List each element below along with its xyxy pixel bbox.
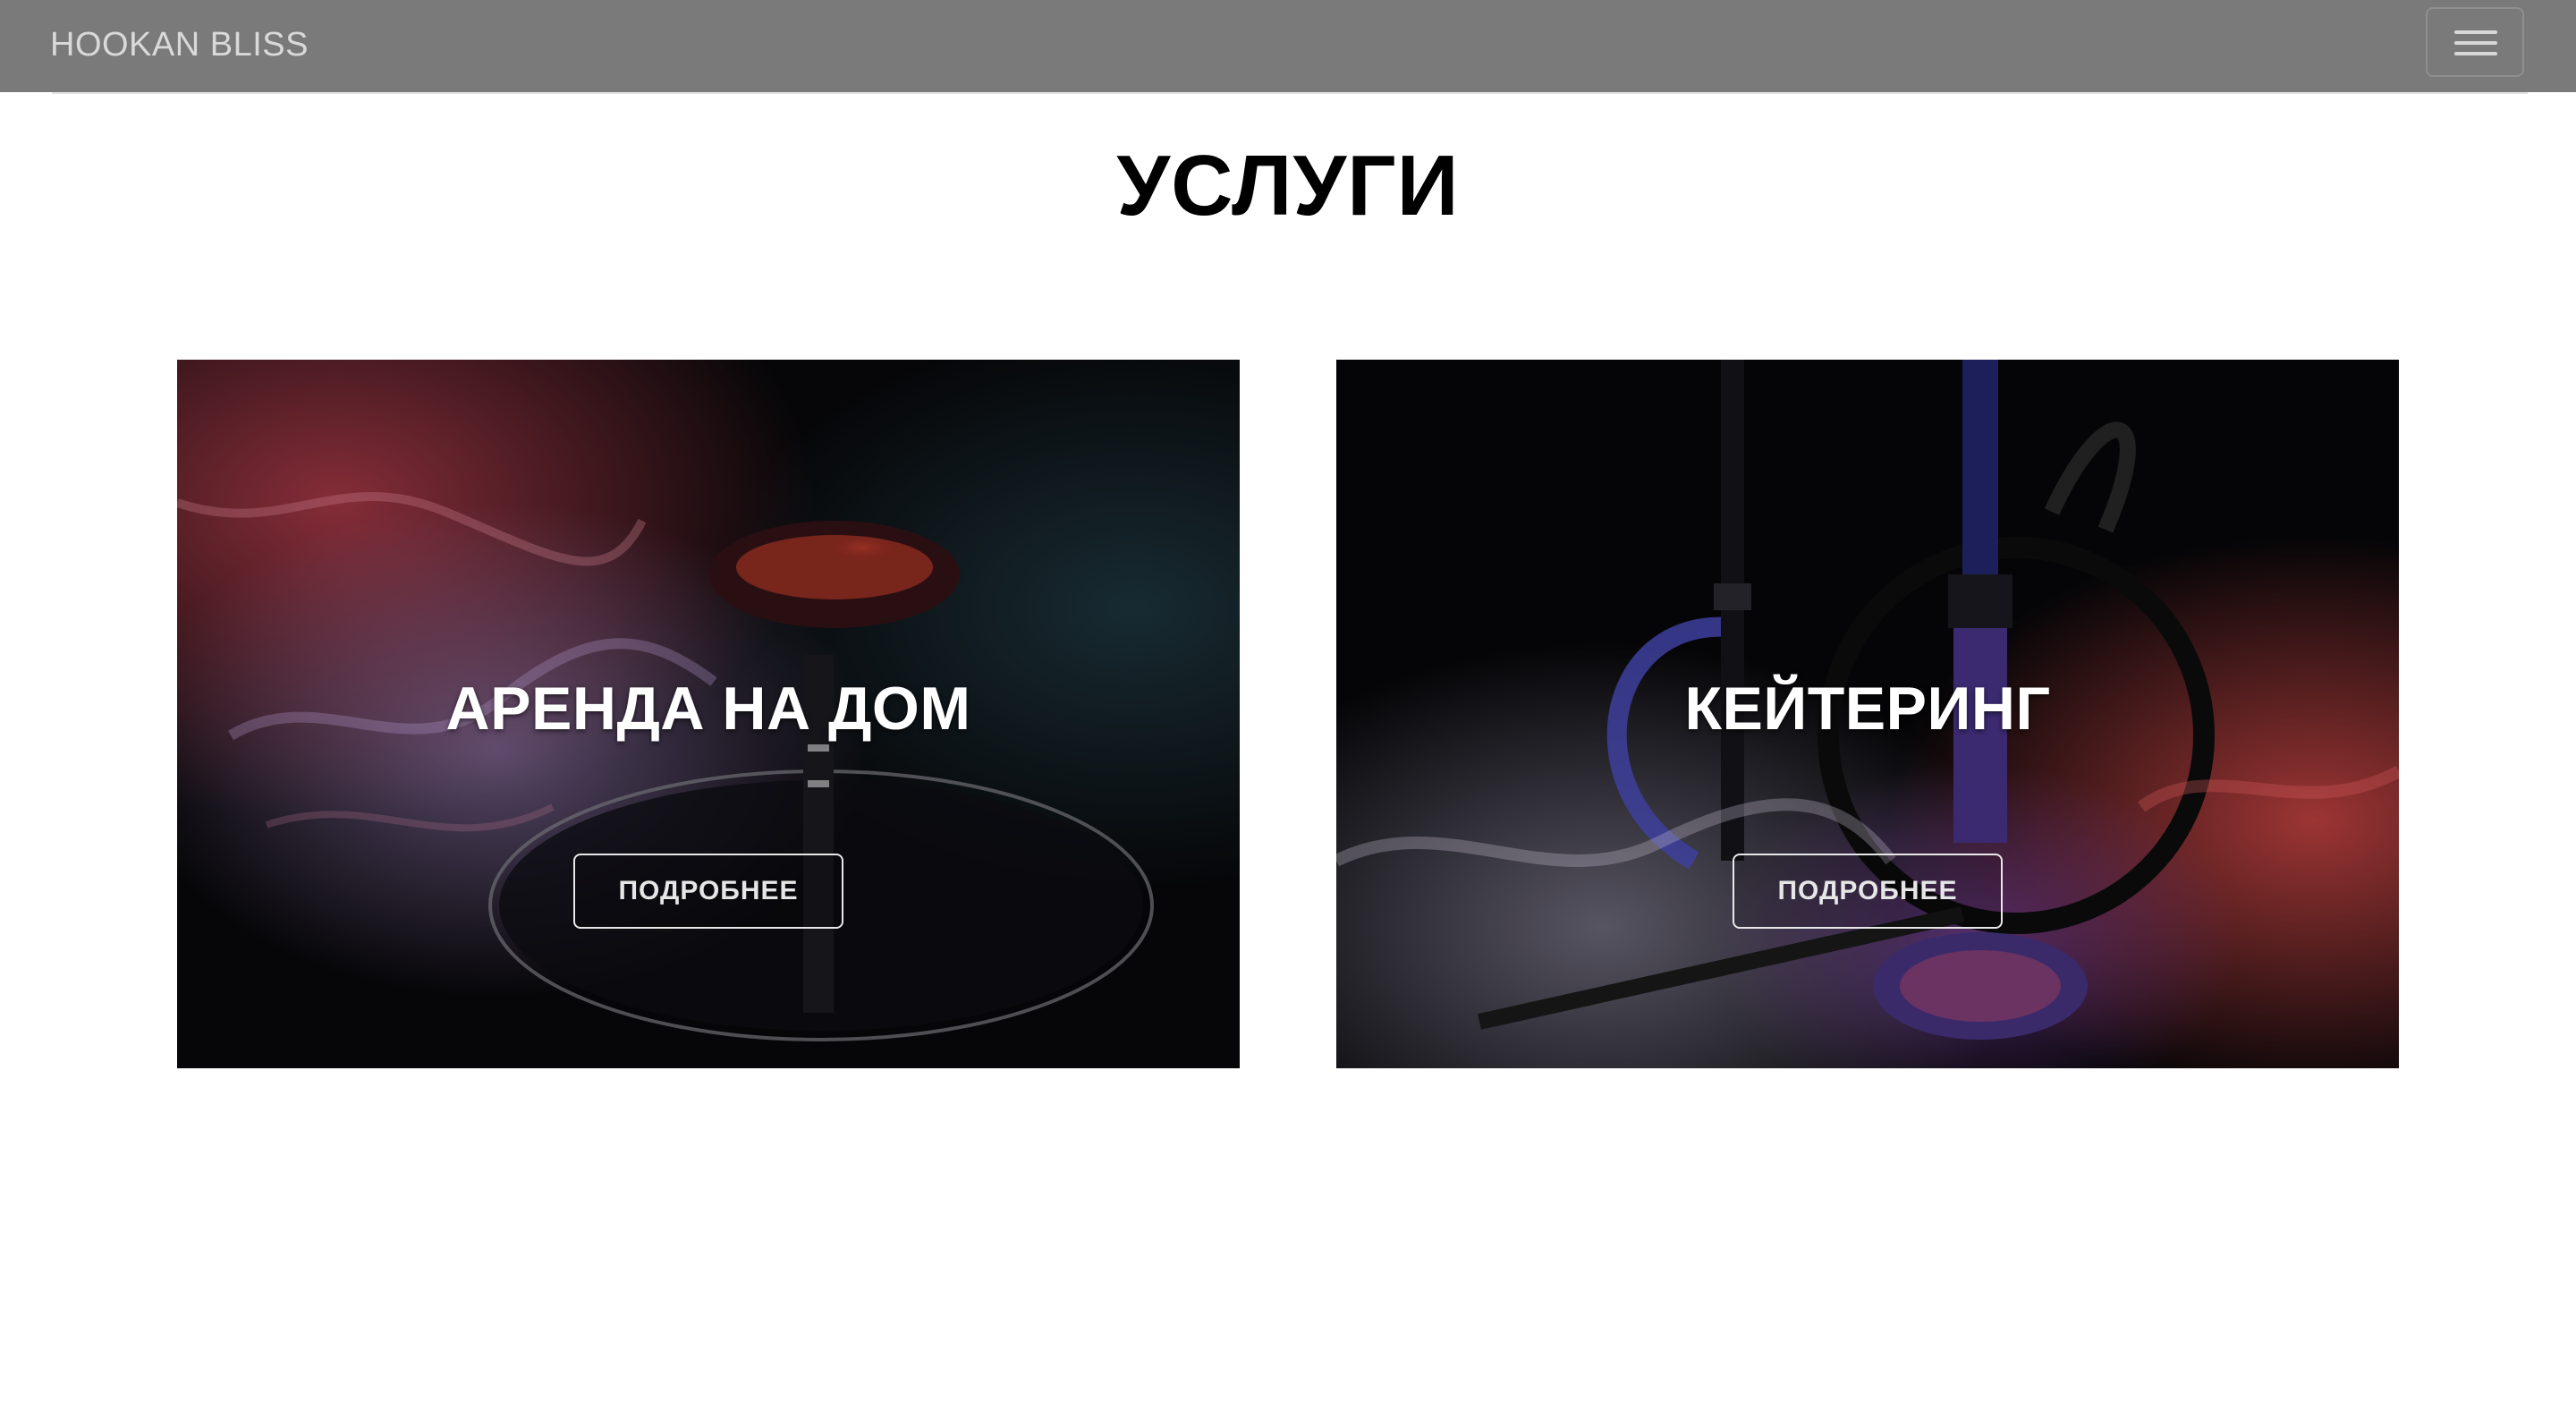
hamburger-menu-icon-bar [2454, 41, 2497, 45]
brand-logo-link[interactable]: HOOKAN BLISS [50, 23, 309, 66]
card-title: КЕЙТЕРИНГ [1684, 675, 2051, 743]
hamburger-menu-icon-bar [2454, 52, 2497, 55]
details-button[interactable]: ПОДРОБНЕЕ [573, 854, 843, 929]
menu-toggle-button[interactable] [2426, 7, 2524, 77]
details-button[interactable]: ПОДРОБНЕЕ [1733, 854, 2003, 929]
service-card-rent: АРЕНДА НА ДОМ ПОДРОБНЕЕ [177, 360, 1240, 1068]
header-divider [52, 92, 2528, 94]
navbar: HOOKAN BLISS [0, 0, 2576, 92]
hamburger-menu-icon [2454, 30, 2497, 34]
page-title: УСЛУГИ [1116, 138, 1460, 234]
service-card-catering: КЕЙТЕРИНГ ПОДРОБНЕЕ [1336, 360, 2399, 1068]
card-title: АРЕНДА НА ДОМ [445, 675, 971, 743]
